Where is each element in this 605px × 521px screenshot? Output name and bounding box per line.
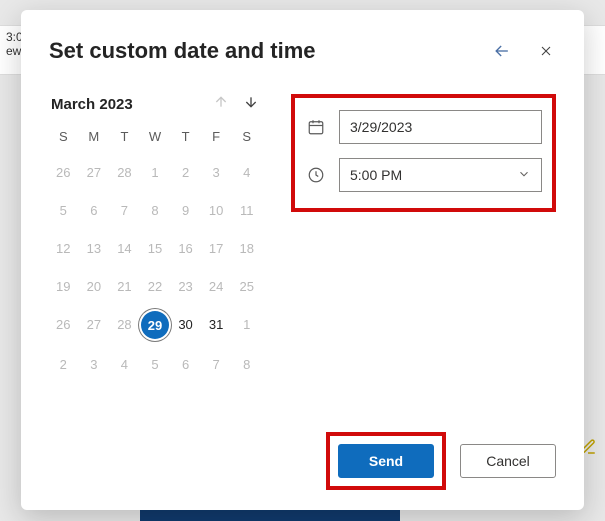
highlight-box-send: Send [326, 432, 446, 490]
calendar-day[interactable]: 20 [80, 274, 109, 298]
back-icon[interactable] [492, 41, 512, 61]
dow-label: T [110, 129, 139, 148]
calendar-day[interactable]: 7 [202, 352, 231, 376]
custom-datetime-dialog: Set custom date and time March 2023 [21, 10, 584, 510]
calendar-day[interactable]: 21 [110, 274, 139, 298]
clock-icon [305, 166, 327, 184]
date-input[interactable] [339, 110, 542, 144]
calendar-day[interactable]: 6 [171, 352, 200, 376]
dialog-header: Set custom date and time [49, 38, 556, 64]
dialog-footer: Send Cancel [326, 432, 556, 490]
chevron-down-icon [517, 167, 531, 184]
calendar-day[interactable]: 22 [141, 274, 170, 298]
calendar-day[interactable]: 1 [232, 312, 261, 336]
dow-label: W [141, 129, 170, 148]
calendar-day[interactable]: 18 [232, 236, 261, 260]
datetime-inputs: 5:00 PM [291, 94, 556, 212]
calendar: March 2023 SMTWTFS 262728123456789101112… [49, 94, 261, 376]
dow-label: F [202, 129, 231, 148]
calendar-day[interactable]: 27 [80, 160, 109, 184]
month-label: March 2023 [51, 96, 133, 113]
calendar-day[interactable]: 27 [80, 312, 109, 336]
calendar-day[interactable]: 3 [202, 160, 231, 184]
dow-label: S [49, 129, 78, 148]
highlight-box-inputs: 5:00 PM [291, 94, 556, 212]
day-grid: 2627281234567891011121314151617181920212… [49, 160, 261, 376]
calendar-day[interactable]: 4 [110, 352, 139, 376]
calendar-day[interactable]: 26 [49, 312, 78, 336]
dow-label: T [171, 129, 200, 148]
calendar-day[interactable]: 3 [80, 352, 109, 376]
calendar-day[interactable]: 11 [232, 198, 261, 222]
next-month-icon[interactable] [243, 94, 259, 115]
calendar-day[interactable]: 30 [171, 312, 200, 336]
calendar-day[interactable]: 26 [49, 160, 78, 184]
calendar-day[interactable]: 6 [80, 198, 109, 222]
close-icon[interactable] [536, 41, 556, 61]
day-of-week-row: SMTWTFS [49, 129, 261, 148]
calendar-day[interactable]: 2 [49, 352, 78, 376]
time-select[interactable]: 5:00 PM [339, 158, 542, 192]
calendar-day[interactable]: 15 [141, 236, 170, 260]
calendar-day-selected[interactable]: 29 [142, 312, 168, 338]
calendar-day[interactable]: 12 [49, 236, 78, 260]
calendar-day[interactable]: 2 [171, 160, 200, 184]
calendar-day[interactable]: 10 [202, 198, 231, 222]
time-value: 5:00 PM [350, 167, 402, 183]
calendar-icon [305, 118, 327, 136]
calendar-day[interactable]: 5 [49, 198, 78, 222]
calendar-day[interactable]: 8 [232, 352, 261, 376]
dow-label: M [80, 129, 109, 148]
calendar-day[interactable]: 13 [80, 236, 109, 260]
calendar-day[interactable]: 8 [141, 198, 170, 222]
calendar-day[interactable]: 14 [110, 236, 139, 260]
cancel-button[interactable]: Cancel [460, 444, 556, 478]
calendar-day[interactable]: 23 [171, 274, 200, 298]
calendar-day[interactable]: 25 [232, 274, 261, 298]
calendar-day[interactable]: 16 [171, 236, 200, 260]
calendar-day[interactable]: 24 [202, 274, 231, 298]
calendar-day[interactable]: 7 [110, 198, 139, 222]
calendar-day[interactable]: 4 [232, 160, 261, 184]
calendar-day[interactable]: 19 [49, 274, 78, 298]
dow-label: S [232, 129, 261, 148]
calendar-day[interactable]: 9 [171, 198, 200, 222]
calendar-day[interactable]: 17 [202, 236, 231, 260]
calendar-day[interactable]: 28 [110, 312, 139, 336]
dialog-title: Set custom date and time [49, 38, 316, 64]
calendar-day[interactable]: 28 [110, 160, 139, 184]
send-button[interactable]: Send [338, 444, 434, 478]
prev-month-icon[interactable] [213, 94, 229, 115]
calendar-day[interactable]: 1 [141, 160, 170, 184]
calendar-day[interactable]: 31 [202, 312, 231, 336]
calendar-day[interactable]: 5 [141, 352, 170, 376]
